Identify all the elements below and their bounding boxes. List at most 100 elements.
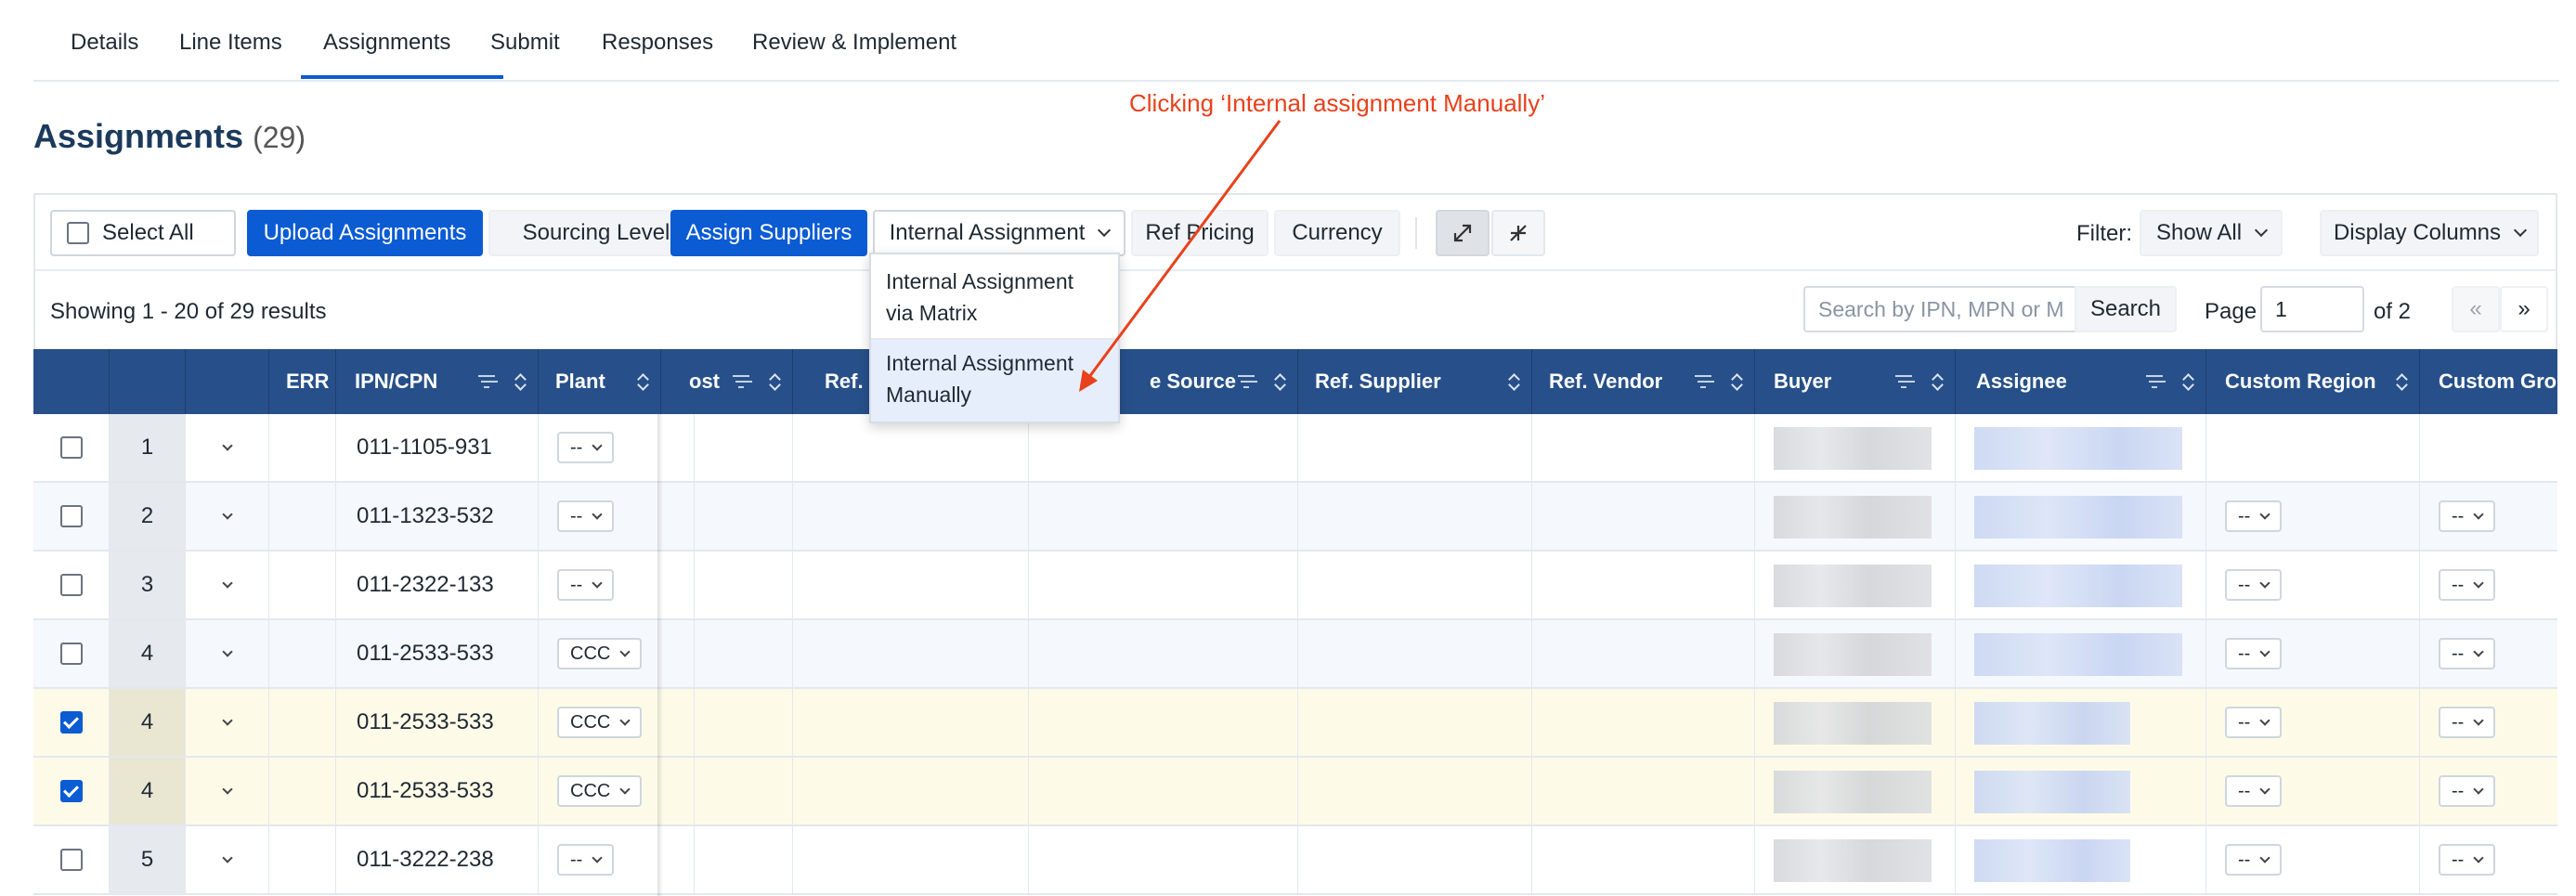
sort-icon[interactable] <box>2397 372 2406 391</box>
row-expand-chevron-icon[interactable] <box>221 577 233 589</box>
custom-region-select[interactable]: -- <box>2225 638 2283 669</box>
plant-select[interactable]: -- <box>557 844 615 876</box>
plant-select[interactable]: -- <box>557 432 615 463</box>
header-ipn-cpn[interactable]: IPN/CPN <box>336 349 539 414</box>
next-page-button[interactable]: » <box>2500 286 2548 332</box>
custom-region-select[interactable]: -- <box>2225 569 2283 601</box>
row-assignee-cell <box>1956 552 2206 618</box>
page-number-input[interactable]: 1 <box>2260 286 2364 332</box>
header-buyer[interactable]: Buyer <box>1755 349 1956 414</box>
header-assignee[interactable]: Assignee <box>1956 349 2206 414</box>
menu-item-via-matrix[interactable]: Internal Assignment via Matrix <box>871 266 1118 329</box>
sort-icon[interactable] <box>638 372 647 391</box>
row-checkbox[interactable] <box>59 711 83 734</box>
header-custom-region[interactable]: Custom Region <box>2206 349 2420 414</box>
tab-submit[interactable]: Submit <box>490 30 560 56</box>
row-expand-chevron-icon[interactable] <box>221 783 233 795</box>
row-expand-chevron-icon[interactable] <box>221 439 233 451</box>
row-checkbox[interactable] <box>59 436 83 459</box>
filter-icon[interactable] <box>1895 375 1912 388</box>
plant-select[interactable]: -- <box>557 500 615 532</box>
plant-value: CCC <box>570 643 611 664</box>
header-plant[interactable]: Plant <box>539 349 661 414</box>
sort-icon[interactable] <box>1932 372 1942 391</box>
filter-icon[interactable] <box>1238 375 1255 388</box>
row-checkbox[interactable] <box>59 780 83 802</box>
table-row[interactable]: 1 011-1105-931 -- <box>33 414 2557 483</box>
header-ref-vendor[interactable]: Ref. Vendor <box>1532 349 1755 414</box>
table-row[interactable]: 4 011-2533-533 CCC -- -- <box>33 620 2557 689</box>
select-all-checkbox[interactable]: Select All <box>50 210 236 256</box>
row-expand-chevron-icon[interactable] <box>221 508 233 520</box>
chevron-down-icon <box>619 783 631 795</box>
custom-region-select[interactable]: -- <box>2225 775 2283 807</box>
custom-group-select[interactable]: -- <box>2439 775 2496 807</box>
sort-icon[interactable] <box>2183 372 2192 391</box>
row-checkbox[interactable] <box>59 505 83 527</box>
custom-region-select[interactable]: -- <box>2225 844 2283 876</box>
expand-rows-button[interactable] <box>1436 210 1490 256</box>
tab-line-items[interactable]: Line Items <box>179 30 282 56</box>
filter-icon[interactable] <box>1695 375 1711 388</box>
row-expand-chevron-icon[interactable] <box>221 851 233 864</box>
search-input[interactable]: Search by IPN, MPN or M <box>1803 286 2075 332</box>
sort-icon[interactable] <box>1509 372 1518 391</box>
row-checkbox[interactable] <box>59 849 83 871</box>
custom-region-select[interactable]: -- <box>2225 707 2283 738</box>
plant-select[interactable]: -- <box>557 569 615 601</box>
chevron-down-icon <box>2259 645 2270 657</box>
tab-assignments[interactable]: Assignments <box>323 30 450 56</box>
custom-region-select[interactable]: -- <box>2225 500 2283 532</box>
collapse-rows-button[interactable] <box>1491 210 1545 256</box>
row-ipn-cell: 011-2533-533 <box>336 689 539 756</box>
sort-icon[interactable] <box>1275 372 1284 391</box>
table-row[interactable]: 4 011-2533-533 CCC -- -- <box>33 689 2557 758</box>
menu-item-manually[interactable]: Internal Assignment Manually <box>871 340 1118 422</box>
row-checkbox[interactable] <box>59 574 83 596</box>
prev-page-button[interactable]: « <box>2452 286 2500 332</box>
sort-icon[interactable] <box>515 372 525 391</box>
filter-icon[interactable] <box>478 375 495 388</box>
table-row[interactable]: 2 011-1323-532 -- -- -- <box>33 483 2557 552</box>
table-row[interactable]: 4 011-2533-533 CCC -- -- <box>33 758 2557 826</box>
custom-group-select[interactable]: -- <box>2439 707 2496 738</box>
ref-pricing-button[interactable]: Ref Pricing <box>1131 210 1268 256</box>
custom-group-select[interactable]: -- <box>2439 638 2496 669</box>
header-ref-supplier[interactable]: Ref. Supplier <box>1298 349 1532 414</box>
row-expand-chevron-icon[interactable] <box>221 714 233 726</box>
custom-group-select[interactable]: -- <box>2439 569 2496 601</box>
filter-icon[interactable] <box>2146 375 2163 388</box>
plant-select[interactable]: CCC <box>557 707 643 738</box>
upload-assignments-button[interactable]: Upload Assignments <box>247 210 483 256</box>
header-custom-group[interactable]: Custom Group <box>2420 349 2557 414</box>
header-assignee-label: Assignee <box>1976 370 2067 393</box>
search-button[interactable]: Search <box>2075 286 2177 332</box>
plant-select[interactable]: CCC <box>557 775 643 807</box>
tab-responses[interactable]: Responses <box>602 30 713 56</box>
row-custom-region-cell: -- <box>2206 620 2420 687</box>
row-custom-region-cell <box>2206 414 2420 481</box>
internal-assignment-dropdown[interactable]: Internal Assignment <box>873 210 1125 256</box>
table-row[interactable]: 3 011-2322-133 -- -- -- <box>33 552 2557 620</box>
tab-details[interactable]: Details <box>71 30 138 56</box>
header-cost[interactable]: ost <box>661 349 793 414</box>
header-err[interactable]: ERR <box>269 349 336 414</box>
filter-icon[interactable] <box>733 375 749 388</box>
currency-button[interactable]: Currency <box>1274 210 1400 256</box>
assign-suppliers-button[interactable]: Assign Suppliers <box>670 210 867 256</box>
row-err-cell <box>269 483 336 550</box>
tab-review-implement[interactable]: Review & Implement <box>752 30 956 56</box>
row-number-cell: 2 <box>110 483 186 550</box>
display-columns-button[interactable]: Display Columns <box>2320 210 2539 256</box>
sort-icon[interactable] <box>1732 372 1741 391</box>
table-row[interactable]: 5 011-3222-238 -- -- -- <box>33 826 2557 895</box>
row-buyer-cell <box>1755 689 1956 756</box>
plant-select[interactable]: CCC <box>557 638 643 669</box>
custom-group-select[interactable]: -- <box>2439 844 2496 876</box>
filter-select[interactable]: Show All <box>2140 210 2283 256</box>
row-checkbox[interactable] <box>59 643 83 665</box>
row-source-cell <box>1029 414 1298 481</box>
custom-group-select[interactable]: -- <box>2439 500 2496 532</box>
row-expand-chevron-icon[interactable] <box>221 645 233 657</box>
sort-icon[interactable] <box>770 372 779 391</box>
